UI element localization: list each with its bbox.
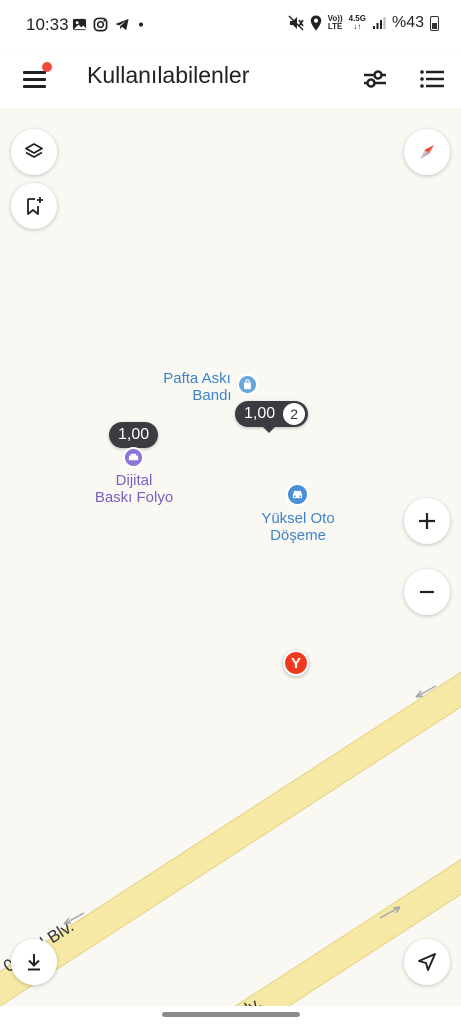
download-button[interactable] [11, 939, 57, 985]
signal-icon [372, 17, 386, 29]
instagram-icon [93, 17, 108, 32]
add-bookmark-button[interactable] [11, 183, 57, 229]
location-icon [310, 15, 321, 31]
road-upper [0, 646, 461, 1008]
road-arrow-icon [415, 685, 437, 698]
home-indicator[interactable] [162, 1012, 300, 1017]
menu-button[interactable] [18, 62, 52, 96]
network-type-indicator: 4.5G ↓↑ [348, 14, 366, 31]
printer-icon [128, 453, 139, 461]
app-bar: Kullanılabilenler [0, 50, 461, 108]
compass-button[interactable] [404, 129, 450, 175]
price-pin-cluster[interactable]: 1,00 2 [235, 401, 309, 427]
layers-icon [25, 143, 43, 158]
page-title: Kullanılabilenler [87, 62, 250, 88]
price-pin-single[interactable]: 1,00 [109, 422, 159, 448]
telegram-icon [115, 18, 129, 31]
volte-indicator: Vo)) LTE [327, 14, 343, 31]
price-pin-count: 2 [283, 403, 306, 425]
status-system-icons: Vo)) LTE 4.5G ↓↑ %43 [288, 14, 439, 32]
poi-pin-dijital[interactable] [123, 447, 144, 468]
hamburger-icon [23, 71, 46, 74]
sliders-icon [364, 70, 386, 88]
navigation-arrow-icon [418, 953, 436, 971]
list-view-button[interactable] [415, 62, 449, 96]
mute-icon [288, 15, 304, 31]
list-icon [420, 70, 444, 88]
dot-icon [138, 22, 144, 27]
yandex-location-pin[interactable]: Y [283, 650, 309, 676]
bookmark-add-icon [27, 197, 43, 215]
zoom-in-button[interactable] [404, 498, 450, 544]
battery-percent: %43 [391, 14, 424, 31]
minus-icon [420, 590, 434, 594]
download-icon [28, 954, 40, 971]
status-time: 10:33 [26, 15, 69, 34]
price-pin-value: 1,00 [118, 426, 150, 443]
my-location-button[interactable] [404, 939, 450, 985]
filter-button[interactable] [358, 62, 392, 96]
compass-icon [420, 145, 434, 159]
battery-icon [430, 15, 439, 31]
shopping-bag-icon [243, 379, 252, 390]
poi-label-pafta[interactable]: Pafta Askı Bandı [152, 370, 242, 404]
poi-pin-yuksel[interactable] [286, 483, 309, 506]
poi-label-dijital[interactable]: Dijital Baskı Folyo [84, 472, 184, 506]
map-view[interactable]: 00. Yıl Blv. Blv. [0, 108, 461, 1008]
poi-pin-pafta[interactable] [237, 374, 258, 395]
layers-button[interactable] [11, 129, 57, 175]
status-notification-icons [72, 17, 146, 32]
plus-icon [419, 513, 435, 529]
zoom-out-button[interactable] [404, 569, 450, 615]
poi-label-yuksel[interactable]: Yüksel Oto Döşeme [248, 510, 348, 544]
road-arrow-icon [379, 906, 401, 919]
system-nav-bar [0, 1006, 461, 1024]
price-pin-tail [263, 427, 275, 433]
gallery-icon [72, 18, 87, 31]
road-arrow-icon [63, 912, 85, 925]
car-icon [292, 490, 303, 499]
price-pin-value: 1,00 [244, 405, 276, 422]
status-bar: 10:33 Vo)) LTE 4.5G ↓↑ %43 [0, 0, 461, 50]
notification-dot [42, 62, 52, 72]
